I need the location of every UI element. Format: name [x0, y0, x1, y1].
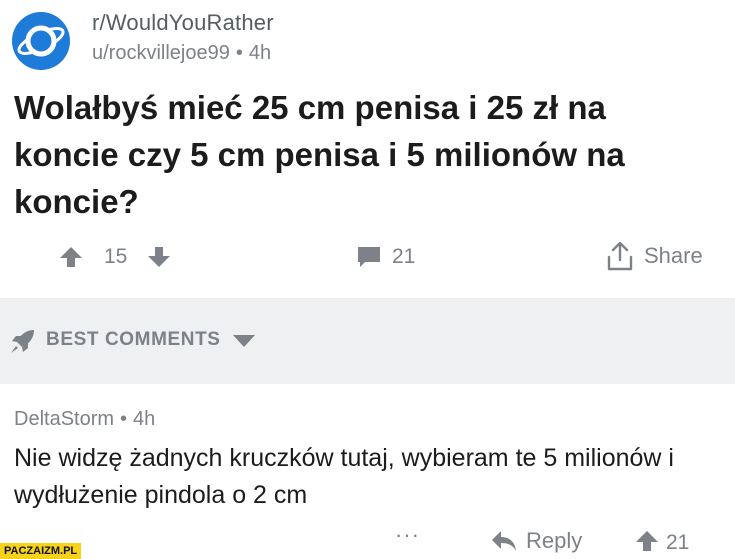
share-icon [607, 241, 633, 271]
comment-sort-bar[interactable]: BEST COMMENTS [0, 298, 735, 384]
comment-action-bar: ··· Reply 21 [0, 522, 735, 559]
comment-body: Nie widzę żadnych kruczków tutaj, wybier… [14, 444, 674, 509]
meta-separator: • [120, 408, 128, 430]
comment-score: 21 [666, 531, 690, 554]
sort-label[interactable]: BEST COMMENTS [46, 329, 221, 351]
upvote-button[interactable] [58, 244, 84, 270]
comment-bubble-icon [358, 247, 380, 267]
share-button[interactable]: Share [604, 240, 703, 272]
post-meta: u/rockvillejoe99 • 4h [92, 42, 271, 65]
comment-count: 21 [392, 245, 416, 268]
comment-age: 4h [133, 408, 156, 430]
post-age: 4h [248, 42, 272, 64]
post-action-bar: 15 21 Share [0, 236, 735, 280]
post-header: r/WouldYouRather u/rockvillejoe99 • 4h [0, 0, 735, 80]
subreddit-avatar[interactable] [12, 12, 70, 70]
downvote-button[interactable] [146, 244, 172, 270]
rocket-icon [11, 330, 34, 353]
comment-meta: DeltaStorm • 4h [14, 408, 155, 431]
share-label: Share [644, 243, 703, 268]
post-score: 15 [104, 245, 128, 268]
comment-author[interactable]: DeltaStorm [14, 408, 114, 430]
more-options-button[interactable]: ··· [395, 522, 420, 548]
planet-icon [17, 25, 65, 57]
post-title[interactable]: Wolałbyś mieć 25 cm penisa i 25 zł na ko… [14, 84, 714, 225]
chevron-down-icon[interactable] [232, 334, 256, 348]
post-author[interactable]: u/rockvillejoe99 [92, 42, 230, 64]
reply-arrow-icon [492, 531, 516, 551]
site-watermark: PACZAIZM.PL [0, 543, 82, 559]
comments-button[interactable]: 21 [356, 244, 415, 270]
comment-upvote-button[interactable] [634, 528, 660, 559]
subreddit-name[interactable]: r/WouldYouRather [92, 10, 274, 36]
reply-button[interactable]: Reply [490, 528, 582, 554]
upvote-icon [636, 531, 658, 551]
upvote-icon [60, 247, 82, 267]
meta-separator: • [235, 42, 243, 64]
reply-label: Reply [526, 528, 583, 553]
downvote-icon [148, 247, 170, 267]
